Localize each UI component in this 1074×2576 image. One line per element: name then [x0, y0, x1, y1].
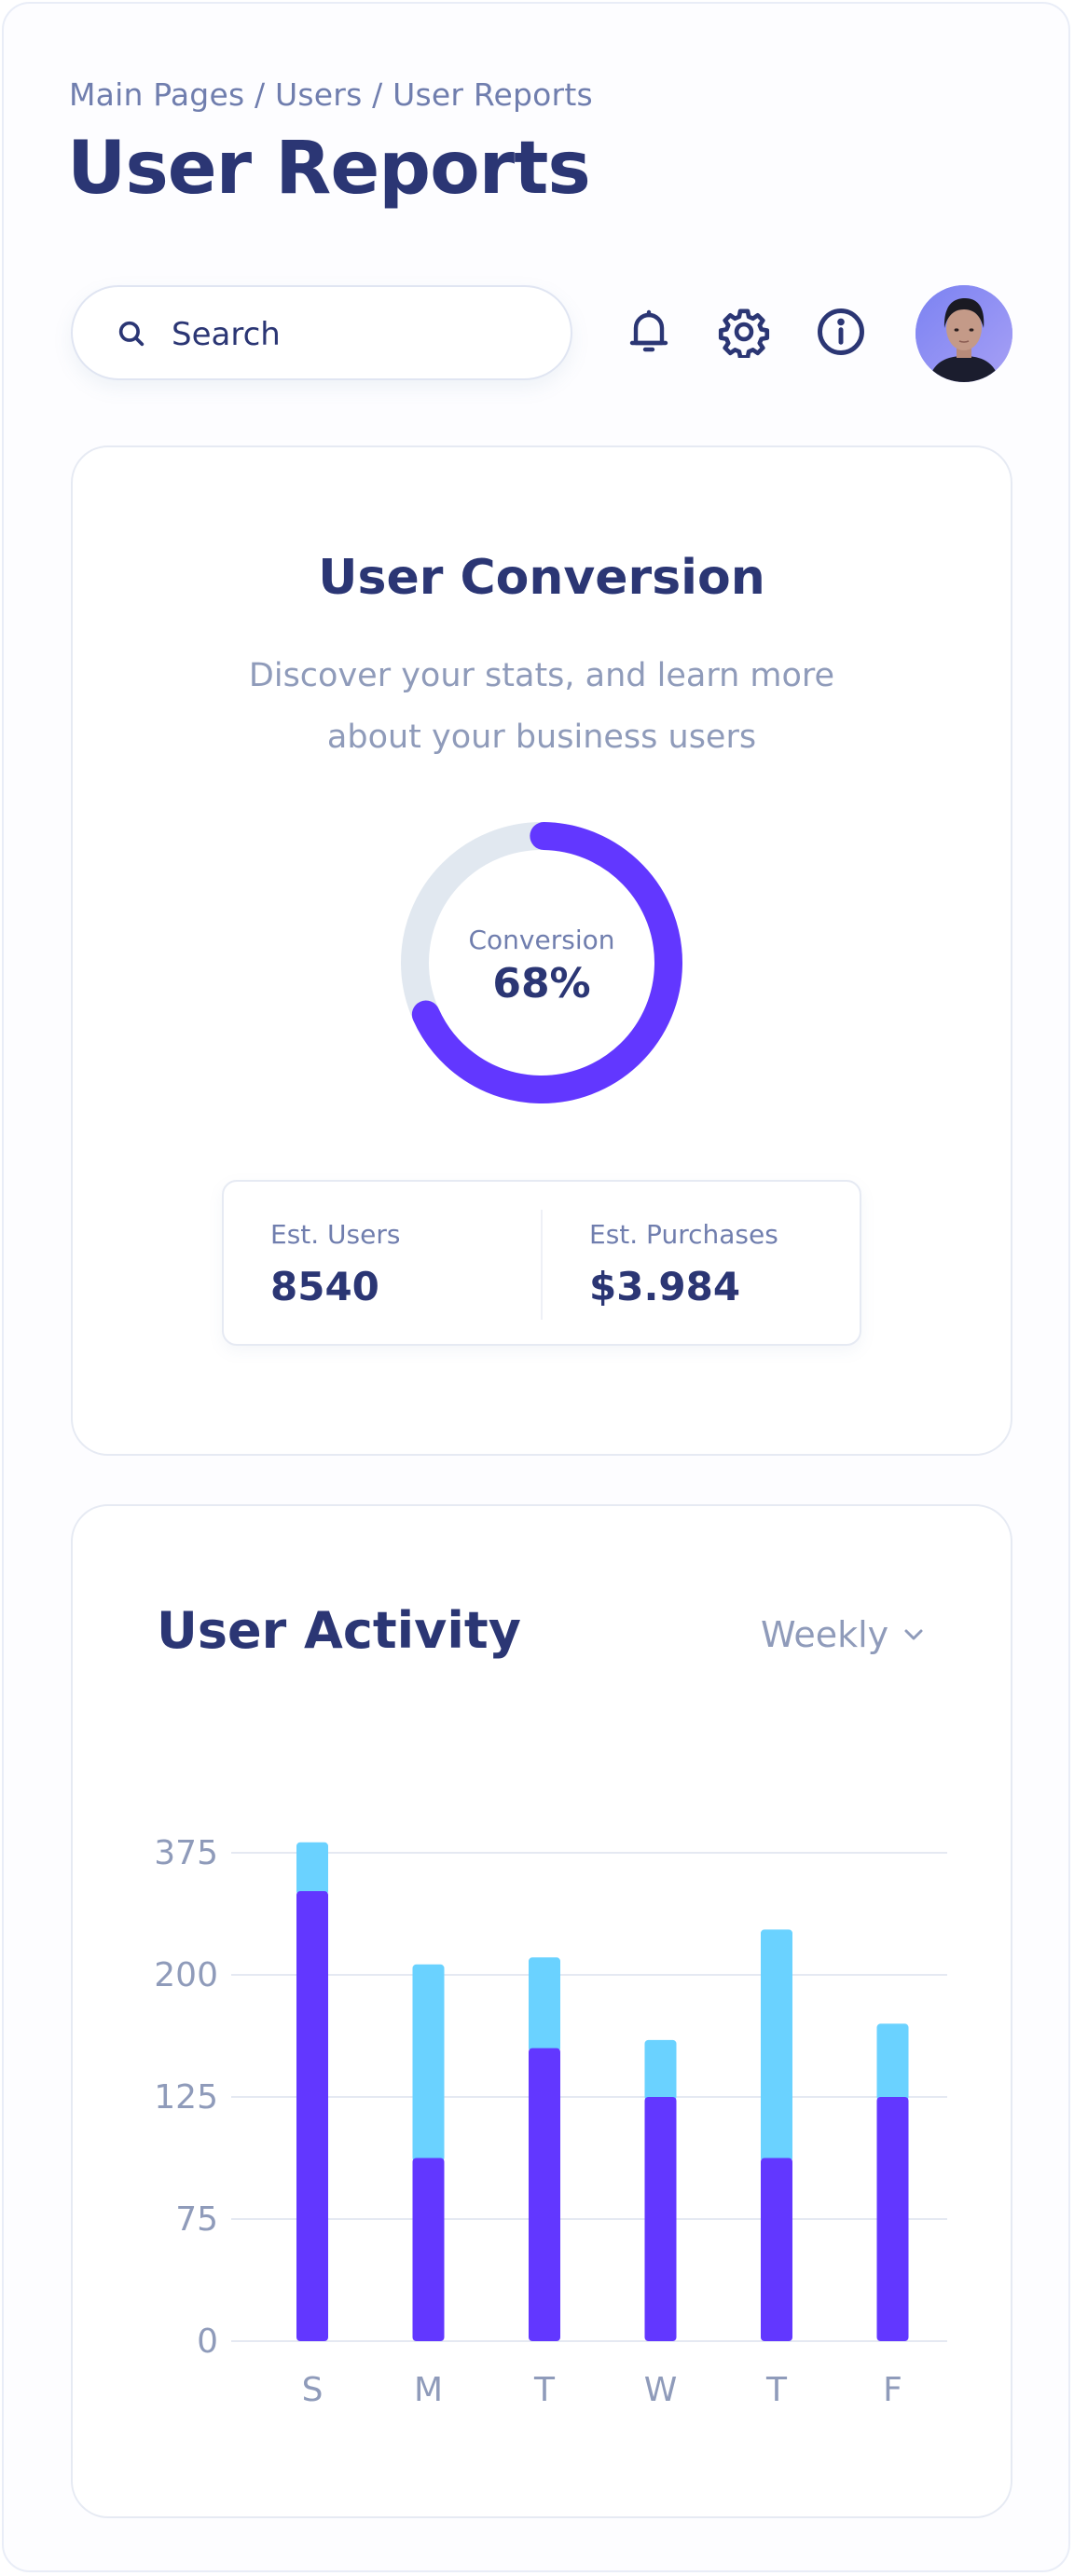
user-conversion-subtitle: Discover your stats, and learn more abou…	[248, 657, 835, 756]
x-tick-label: T	[533, 2371, 556, 2409]
notifications-button[interactable]	[621, 304, 677, 360]
bar-segment-secondary	[529, 1957, 560, 2052]
y-tick-label: 200	[154, 1956, 218, 1994]
est-purchases-label: Est. Purchases	[589, 1219, 778, 1250]
settings-button[interactable]	[716, 304, 772, 360]
bar-segment-secondary	[644, 2039, 677, 2101]
app-frame: Main Pages / Users / User Reports User R…	[2, 2, 1070, 2572]
bar-segment-primary	[644, 2097, 677, 2341]
conversion-stats-panel: Est. Users 8540 Est. Purchases $3.984	[222, 1180, 861, 1346]
bar-segment-secondary	[296, 1842, 328, 1896]
y-tick-label: 375	[154, 1834, 218, 1872]
bell-icon	[629, 309, 668, 352]
y-tick-label: 75	[175, 2200, 218, 2239]
bar-segment-secondary	[876, 2023, 909, 2101]
est-purchases-value: $3.984	[589, 1264, 741, 1309]
breadcrumb[interactable]: Main Pages / Users / User Reports	[69, 76, 593, 113]
user-activity-card: User Activity Weekly 0 75 125 200 375 S M T W T F	[71, 1504, 1012, 2518]
gear-icon	[718, 308, 770, 358]
y-tick-label: 0	[197, 2323, 218, 2361]
bar-segment-primary	[529, 2048, 560, 2341]
bar-segment-secondary	[761, 1929, 792, 2162]
bar-segment-primary	[412, 2158, 445, 2341]
user-conversion-title: User Conversion	[318, 550, 765, 606]
est-users-label: Est. Users	[270, 1219, 401, 1250]
bar-segment-primary	[296, 1891, 328, 2341]
user-conversion-card: User Conversion Discover your stats, and…	[71, 445, 1012, 1456]
user-activity-chart: 0 75 125 200 375 S M T W T F	[154, 1834, 947, 2409]
search-bar[interactable]	[71, 285, 572, 380]
bar-segment-secondary	[412, 1964, 445, 2162]
avatar[interactable]	[916, 285, 1012, 382]
bar-segment-primary	[876, 2097, 909, 2341]
donut-value: 68%	[492, 960, 591, 1007]
y-tick-label: 125	[154, 2078, 218, 2117]
search-input[interactable]	[170, 309, 546, 360]
x-tick-label: M	[414, 2371, 443, 2409]
stats-divider	[541, 1210, 543, 1320]
x-tick-label: T	[765, 2371, 788, 2409]
x-tick-label: F	[883, 2371, 902, 2409]
est-users-value: 8540	[270, 1264, 379, 1309]
info-icon	[818, 308, 864, 355]
x-tick-label: S	[302, 2371, 324, 2409]
x-tick-label: W	[644, 2371, 678, 2409]
info-button[interactable]	[813, 304, 869, 360]
search-icon	[118, 321, 145, 347]
donut-label: Conversion	[468, 925, 615, 955]
bar-segment-primary	[761, 2158, 792, 2341]
page-title: User Reports	[67, 127, 591, 211]
